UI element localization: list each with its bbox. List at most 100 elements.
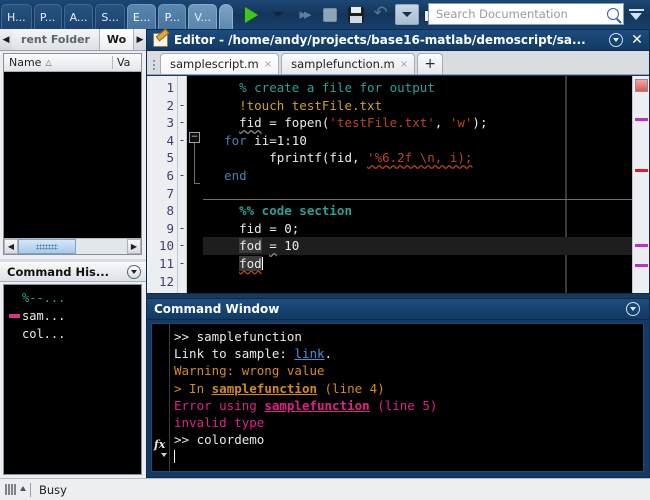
ribbon-tab-6[interactable]: V... — [188, 4, 217, 29]
executable-line-marker[interactable] — [178, 202, 186, 220]
ribbon-tab-3[interactable]: S... — [95, 4, 125, 29]
code-line[interactable] — [203, 273, 632, 291]
code-line[interactable]: %% code section — [203, 202, 632, 220]
layout-dropdown-button[interactable] — [394, 4, 419, 25]
column-header-name-label: Name — [9, 56, 42, 69]
ribbon-tab-label: H... — [7, 10, 26, 24]
output-text[interactable]: samplefunction — [264, 398, 369, 413]
executable-line-marker[interactable] — [178, 273, 186, 291]
executable-line-marker[interactable]: - — [178, 255, 186, 273]
code-text-area[interactable]: % create a file for output !touch testFi… — [203, 76, 632, 293]
command-history-titlebar: Command His... — [0, 262, 146, 282]
command-history-list[interactable]: %--... sam... col... — [3, 284, 142, 475]
ribbon-tab-2[interactable]: A... — [63, 4, 94, 29]
executable-line-marker[interactable]: - — [178, 220, 186, 238]
new-editor-tab-button[interactable]: + — [417, 53, 444, 74]
undo-button[interactable] — [369, 2, 395, 27]
command-history-title: Command His... — [7, 265, 110, 279]
code-line[interactable]: end — [203, 167, 632, 185]
code-line[interactable]: fprintf(fid, '%6.2f \n, i); — [203, 149, 632, 167]
code-folding-column[interactable]: − — [187, 76, 203, 293]
search-input[interactable] — [436, 7, 607, 21]
scroll-left-button[interactable]: ◀ — [4, 239, 18, 254]
fold-collapse-icon[interactable]: − — [189, 132, 200, 143]
output-text[interactable]: samplefunction — [212, 381, 317, 396]
executable-line-marker[interactable]: - — [178, 237, 186, 255]
executable-line-marker[interactable]: - — [178, 97, 186, 115]
current-folder-file-list[interactable] — [4, 72, 141, 238]
code-analyzer-strip[interactable] — [632, 76, 649, 293]
code-line[interactable]: fid = 0; — [203, 220, 632, 238]
history-marker-icon — [6, 314, 22, 318]
code-line[interactable]: fid = fopen('testFile.txt', 'w'); — [203, 114, 632, 132]
left-dock-column: ◀ rent Folder Wo ▶ Name △ Va ◀ ▶ Command… — [0, 29, 146, 478]
tab-scroll-right-button[interactable]: ▶ — [134, 29, 146, 50]
column-header-value[interactable]: Va — [113, 56, 141, 69]
run-dropdown-button[interactable] — [265, 2, 291, 27]
executable-line-marker[interactable]: - — [178, 114, 186, 132]
executable-line-marker[interactable]: - — [178, 132, 186, 150]
analyzer-tick-mark[interactable] — [635, 264, 648, 267]
column-header-name[interactable]: Name △ — [4, 56, 113, 69]
ribbon-tab-4[interactable]: E... — [126, 4, 157, 29]
ribbon-tab-5[interactable]: P... — [158, 4, 187, 29]
analyzer-tick-mark[interactable] — [635, 169, 648, 172]
scroll-right-button[interactable]: ▶ — [127, 239, 141, 254]
output-text: invalid type — [174, 414, 265, 430]
close-icon[interactable]: × — [264, 59, 272, 70]
code-line[interactable]: for ii=1:10 — [203, 132, 632, 150]
analyzer-tick-mark[interactable] — [635, 118, 648, 121]
fx-prompt-column[interactable]: fx — [152, 324, 170, 471]
command-window-options-button[interactable] — [626, 302, 640, 316]
tab-current-folder[interactable]: rent Folder — [12, 29, 100, 50]
current-folder-body: Name △ Va ◀ ▶ — [3, 53, 142, 255]
command-history-item[interactable]: %--... — [4, 289, 141, 307]
executable-line-marker[interactable]: - — [178, 167, 186, 185]
stop-button[interactable] — [317, 2, 343, 27]
command-input-line[interactable] — [174, 448, 643, 465]
close-icon[interactable]: × — [400, 59, 408, 70]
code-token: '%6.2f \n, i); — [367, 150, 473, 166]
undo-arrow-icon — [373, 3, 390, 23]
code-line[interactable]: % create a file for output — [203, 79, 632, 97]
command-output-line: >> samplefunction — [174, 328, 643, 345]
editor-options-button[interactable] — [609, 33, 623, 47]
command-history-item[interactable]: col... — [4, 325, 141, 343]
status-caret-icon[interactable] — [20, 485, 26, 491]
ribbon-tab-0[interactable]: H... — [1, 4, 32, 29]
tab-scroll-left-button[interactable]: ◀ — [0, 29, 12, 50]
editor-tab-samplefunction[interactable]: samplefunction.m × — [281, 53, 416, 74]
command-history-options-button[interactable] — [127, 265, 141, 279]
step-forward-button[interactable]: ▸▸ — [291, 2, 317, 27]
code-line[interactable]: fod — [203, 255, 632, 273]
executable-line-markers[interactable]: ------- — [178, 76, 187, 293]
fx-icon[interactable]: fx — [154, 438, 167, 457]
scrollbar-thumb[interactable] — [18, 239, 76, 254]
command-history-item[interactable]: sam... — [4, 307, 141, 325]
executable-line-marker[interactable] — [178, 149, 186, 167]
code-token: = fopen( — [261, 115, 330, 131]
code-line[interactable]: !touch testFile.txt — [203, 97, 632, 115]
output-link[interactable]: link — [294, 346, 324, 361]
tab-workspace[interactable]: Wo — [100, 29, 134, 50]
run-button[interactable] — [239, 2, 265, 27]
executable-line-marker[interactable] — [178, 79, 186, 97]
command-window-body[interactable]: fx >> samplefunction Link to sample: link… — [151, 323, 644, 472]
executable-line-marker[interactable] — [178, 185, 186, 203]
search-documentation-box[interactable] — [428, 3, 624, 25]
ribbon-tab-1[interactable]: P... — [33, 4, 62, 29]
scrollbar-track[interactable] — [18, 239, 127, 254]
command-window-output[interactable]: >> samplefunction Link to sample: link. Wa… — [170, 324, 643, 471]
line-number: 5 — [166, 150, 174, 166]
editor-close-button[interactable]: ✕ — [630, 32, 644, 48]
editor-tab-samplescript[interactable]: samplescript.m × — [160, 53, 280, 74]
save-button[interactable] — [343, 2, 369, 27]
code-line[interactable] — [203, 185, 632, 203]
toolbar-expand-button[interactable] — [627, 5, 645, 23]
line-number: 7 — [166, 185, 174, 201]
analyzer-tick-mark[interactable] — [635, 244, 648, 247]
command-output-line: Warning: wrong value — [174, 362, 643, 379]
code-line[interactable]: fod = 10 — [203, 237, 632, 255]
analyzer-status-indicator[interactable] — [635, 79, 648, 92]
current-folder-hscrollbar[interactable]: ◀ ▶ — [4, 238, 141, 254]
